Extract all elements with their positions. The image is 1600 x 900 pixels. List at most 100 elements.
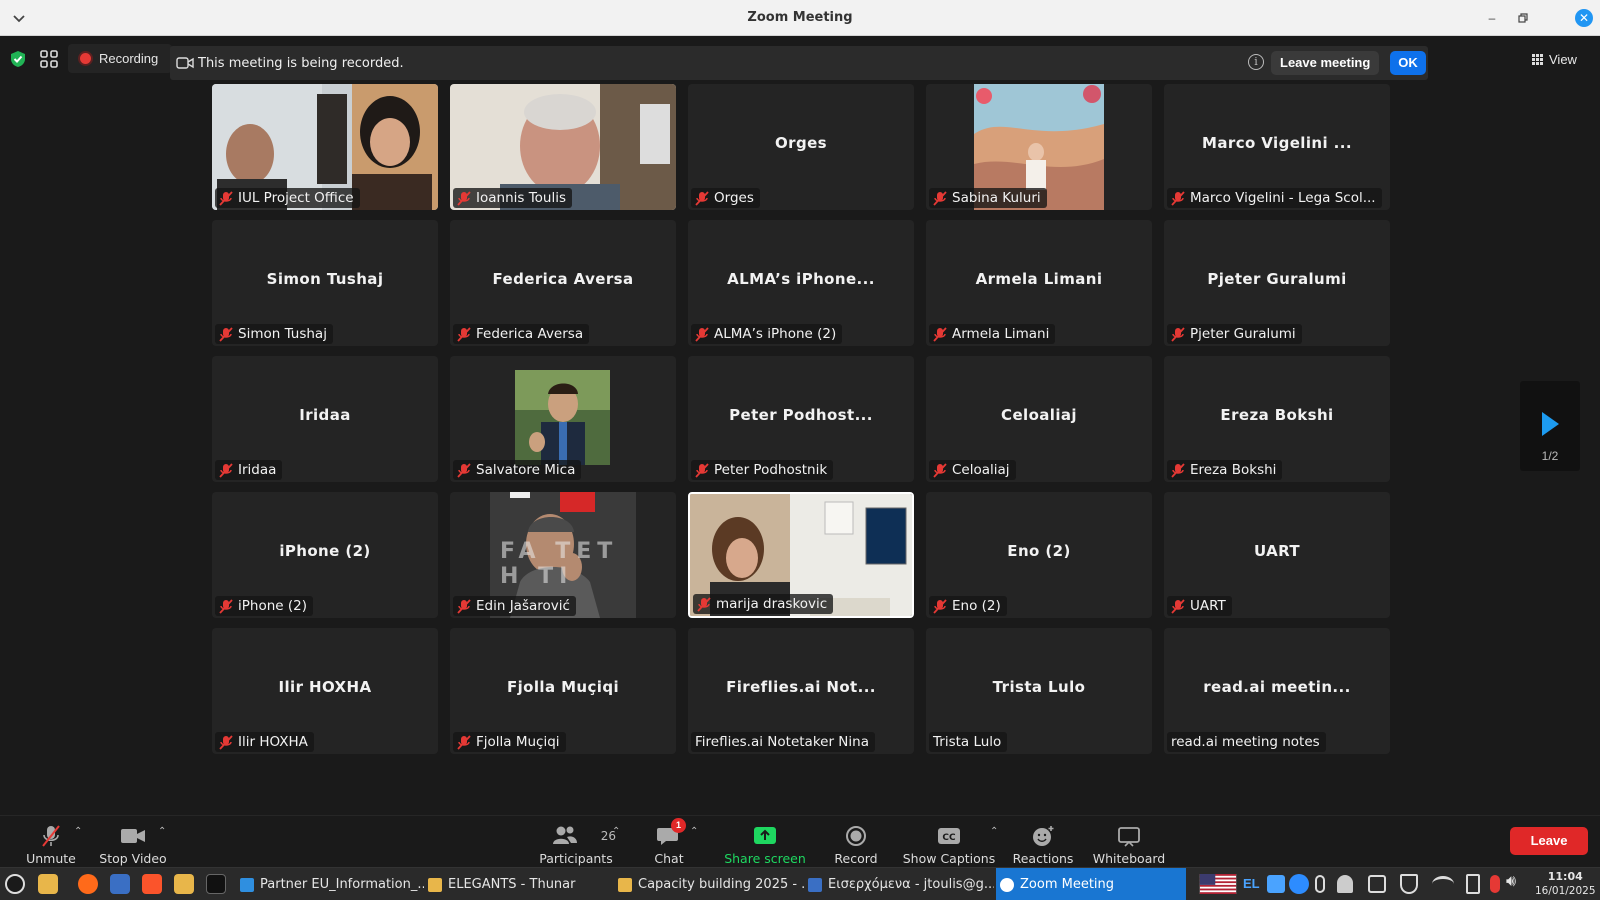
participant-tile[interactable]: Fireflies.ai Not... Fireflies.ai Notetak… <box>688 628 914 754</box>
restore-button[interactable] <box>1513 8 1533 28</box>
participant-display-name: Fireflies.ai Not... <box>726 678 876 696</box>
participant-name-tag: Peter Podhostnik <box>691 460 834 480</box>
participant-name-tag: ALMA’s iPhone (2) <box>691 324 843 344</box>
security-shield-icon[interactable] <box>1400 874 1418 894</box>
participant-name: Sabina Kuluri <box>952 190 1041 206</box>
participant-display-name: Eno (2) <box>1007 542 1071 560</box>
participant-name: Orges <box>714 190 754 206</box>
captions-caret-icon[interactable]: ⌃ <box>990 826 998 837</box>
participant-tile-active-speaker[interactable]: marija draskovic <box>688 492 914 618</box>
participant-display-name: read.ai meetin... <box>1203 678 1351 696</box>
participant-tile[interactable]: Ioannis Toulis <box>450 84 676 210</box>
participant-display-name: UART <box>1253 542 1301 560</box>
participant-name: marija draskovic <box>716 596 828 612</box>
volume-icon[interactable]: 🔊︎ <box>1506 873 1516 893</box>
participant-name-tag: Ereza Bokshi <box>1167 460 1283 480</box>
participants-caret-icon[interactable]: ⌃ <box>612 826 620 837</box>
mail-icon[interactable] <box>110 874 130 894</box>
grid-view-icon <box>1532 53 1543 65</box>
folder-icon[interactable] <box>38 874 58 894</box>
shield-icon[interactable] <box>8 49 28 69</box>
participant-tile[interactable]: read.ai meetin... read.ai meeting notes <box>1164 628 1390 754</box>
page-indicator: 1/2 <box>1541 449 1559 463</box>
minimize-button[interactable]: – <box>1482 8 1502 28</box>
task-thunar-elegants[interactable]: ELEGANTS - Thunar <box>424 868 614 900</box>
participant-name: Celoaliaj <box>952 462 1010 478</box>
microphone-muted-icon <box>42 825 60 847</box>
record-button[interactable]: Record <box>832 824 880 866</box>
participant-tile[interactable]: UART UART <box>1164 492 1390 618</box>
clock[interactable]: 11:04 16/01/2025 <box>1535 870 1596 898</box>
video-options-caret-icon[interactable]: ⌃ <box>158 826 166 837</box>
participant-name: Marco Vigelini - Lega Scol... <box>1190 190 1376 206</box>
participant-tile[interactable]: Salvatore Mica <box>450 356 676 482</box>
file-manager-icon[interactable] <box>174 874 194 894</box>
stop-video-label: Stop Video <box>99 851 167 866</box>
reactions-button[interactable]: Reactions <box>1012 824 1074 866</box>
participant-tile[interactable]: iPhone (2) iPhone (2) <box>212 492 438 618</box>
participant-tile[interactable]: Peter Podhost... Peter Podhostnik <box>688 356 914 482</box>
participant-tile[interactable]: Ereza Bokshi Ereza Bokshi <box>1164 356 1390 482</box>
close-button[interactable]: ✕ <box>1575 9 1593 27</box>
whiteboard-button[interactable]: Whiteboard <box>1092 824 1166 866</box>
chat-label: Chat <box>654 851 684 866</box>
share-screen-button[interactable]: Share screen <box>722 824 808 866</box>
participant-tile[interactable]: Fjolla Muçiqi Fjolla Muçiqi <box>450 628 676 754</box>
leave-meeting-button[interactable]: Leave meeting <box>1271 51 1380 75</box>
participant-name: Iridaa <box>238 462 277 478</box>
muted-mic-icon <box>1171 190 1185 206</box>
muted-mic-icon <box>219 462 233 478</box>
show-captions-button[interactable]: CC Show Captions <box>902 824 996 866</box>
terminal-icon[interactable] <box>206 874 226 894</box>
task-inbox[interactable]: Εισερχόμενα - jtoulis@g... <box>804 868 994 900</box>
view-button[interactable]: View <box>1532 48 1577 70</box>
zoom-tray-icon[interactable] <box>1289 874 1309 894</box>
recording-indicator[interactable]: Recording <box>68 44 172 73</box>
participant-tile[interactable]: Ilir HOXHA Ilir HOXHA <box>212 628 438 754</box>
participant-tile[interactable]: Simon Tushaj Simon Tushaj <box>212 220 438 346</box>
task-zoom-meeting[interactable]: Zoom Meeting <box>996 868 1186 900</box>
chat-caret-icon[interactable]: ⌃ <box>690 826 698 837</box>
microphone-tray-icon[interactable] <box>1490 875 1500 893</box>
us-flag-icon[interactable] <box>1198 874 1238 894</box>
participant-name-tag: Orges <box>691 188 760 208</box>
participant-tile[interactable]: Eno (2) Eno (2) <box>926 492 1152 618</box>
meeting-toolbar: Unmute ⌃ Stop Video ⌃ 26 Participants ⌃ … <box>0 815 1600 867</box>
audio-options-caret-icon[interactable]: ⌃ <box>74 826 82 837</box>
ok-button[interactable]: OK <box>1390 51 1426 75</box>
unmute-button[interactable]: Unmute <box>24 824 78 866</box>
task-label: Εισερχόμενα - jtoulis@g... <box>828 877 994 892</box>
dropbox-icon[interactable] <box>1267 875 1285 893</box>
participant-tile[interactable]: IUL Project Office <box>212 84 438 210</box>
participant-tile[interactable]: Celoaliaj Celoaliaj <box>926 356 1152 482</box>
participant-tile[interactable]: ALMA’s iPhone... ALMA’s iPhone (2) <box>688 220 914 346</box>
participant-tile[interactable]: FA TET H TI Edin Jašarović <box>450 492 676 618</box>
participant-name: UART <box>1190 598 1226 614</box>
battery-icon[interactable] <box>1466 874 1480 894</box>
participant-tile[interactable]: Marco Vigelini ... Marco Vigelini - Lega… <box>1164 84 1390 210</box>
participant-tile[interactable]: Federica Aversa Federica Aversa <box>450 220 676 346</box>
participant-display-name: Ereza Bokshi <box>1220 406 1334 424</box>
gallery-grid-icon[interactable] <box>38 48 60 70</box>
participant-tile[interactable]: Trista Lulo Trista Lulo <box>926 628 1152 754</box>
task-partner-eu[interactable]: Partner EU_Information_... <box>236 868 424 900</box>
participants-button[interactable]: 26 Participants <box>536 824 616 866</box>
leave-button[interactable]: Leave <box>1510 827 1588 855</box>
keyboard-layout-indicator[interactable]: EL <box>1243 876 1260 896</box>
brave-icon[interactable] <box>142 874 162 894</box>
firefox-icon[interactable] <box>78 874 98 894</box>
next-page-button[interactable]: 1/2 <box>1520 381 1580 471</box>
bluetooth-icon[interactable] <box>1315 875 1325 893</box>
app-menu-icon[interactable] <box>5 874 25 894</box>
participant-tile[interactable]: Armela Limani Armela Limani <box>926 220 1152 346</box>
recording-dot-icon <box>80 53 91 64</box>
task-capacity-building[interactable]: Capacity building 2025 - ... <box>614 868 804 900</box>
participant-tile[interactable]: Sabina Kuluri <box>926 84 1152 210</box>
notification-bell-icon[interactable] <box>1337 875 1353 893</box>
clipboard-icon[interactable] <box>1368 875 1386 893</box>
participant-tile[interactable]: Orges Orges <box>688 84 914 210</box>
info-icon[interactable]: i <box>1248 54 1264 70</box>
wifi-icon[interactable] <box>1432 876 1454 892</box>
participant-tile[interactable]: Iridaa Iridaa <box>212 356 438 482</box>
participant-tile[interactable]: Pjeter Guralumi Pjeter Guralumi <box>1164 220 1390 346</box>
